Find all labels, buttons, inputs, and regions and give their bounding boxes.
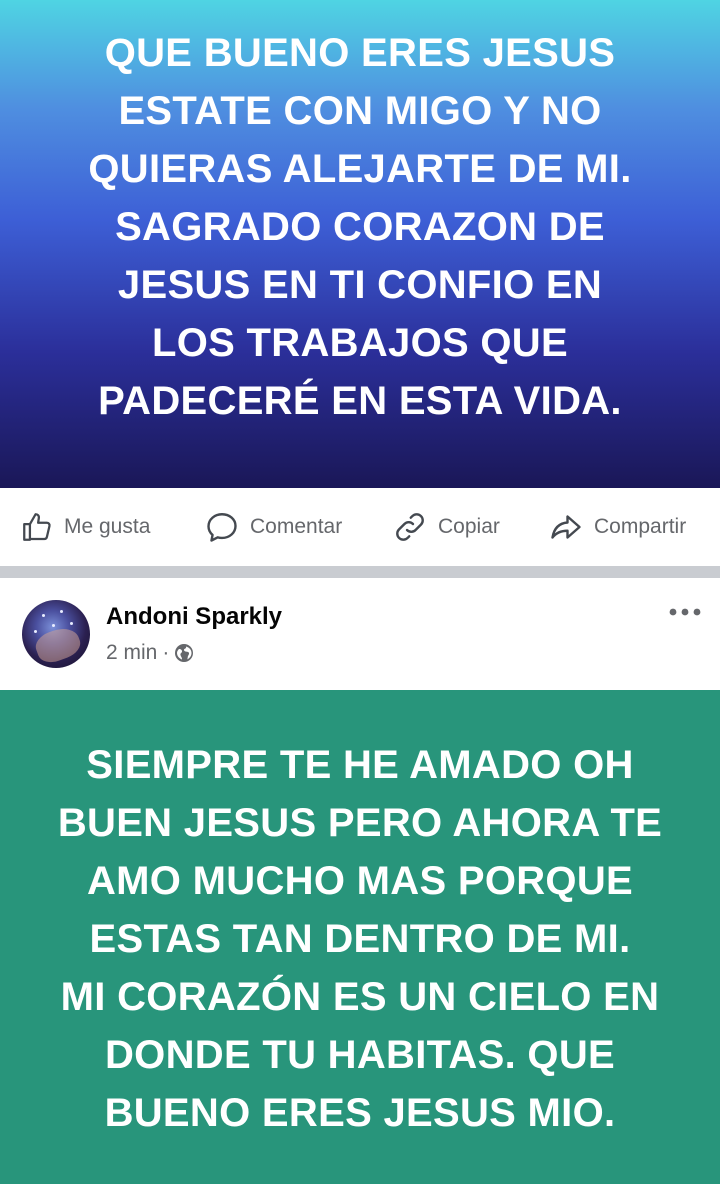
like-label: Me gusta — [64, 515, 151, 538]
post-header: Andoni Sparkly 2 min · — [0, 578, 720, 690]
avatar[interactable] — [22, 600, 90, 668]
post-text: QUE BUENO ERES JESUS ESTATE CON MIGO Y N… — [88, 31, 632, 423]
more-options-icon[interactable] — [668, 606, 702, 618]
thumbs-up-icon — [23, 513, 51, 541]
link-icon — [396, 513, 424, 541]
copy-link-button[interactable]: Copiar — [392, 488, 500, 566]
author-name[interactable]: Andoni Sparkly — [106, 603, 282, 631]
globe-icon — [175, 644, 194, 662]
post-text: SIEMPRE TE HE AMADO OH BUEN JESUS PERO A… — [57, 743, 663, 1135]
post-background-text-2: SIEMPRE TE HE AMADO OH BUEN JESUS PERO A… — [0, 690, 720, 1184]
comment-label: Comentar — [250, 515, 343, 538]
copy-label: Copiar — [438, 515, 500, 538]
meta-dot: · — [162, 641, 170, 664]
post-meta: 2 min · — [106, 641, 194, 665]
post-background-text-1: QUE BUENO ERES JESUS ESTATE CON MIGO Y N… — [0, 0, 720, 488]
post-time[interactable]: 2 min — [106, 641, 157, 665]
post-action-bar: Me gusta Comentar Copiar Compartir — [0, 488, 720, 566]
comment-button[interactable]: Comentar — [204, 488, 342, 566]
feed-separator — [0, 566, 720, 578]
share-button[interactable]: Compartir — [548, 488, 686, 566]
share-arrow-icon — [551, 515, 581, 539]
comment-bubble-icon — [207, 513, 237, 542]
like-button[interactable]: Me gusta — [20, 488, 150, 566]
share-label: Compartir — [594, 515, 687, 538]
